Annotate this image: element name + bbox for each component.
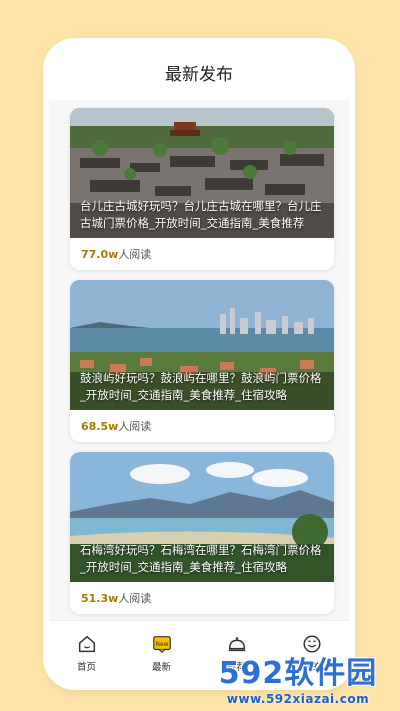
article-card[interactable]: 石梅湾好玩吗？石梅湾在哪里？石梅湾门票价格_开放时间_交通指南_美食推荐_住宿攻… <box>70 452 334 614</box>
tab-label: 首页 <box>76 661 96 673</box>
read-count-value: 51.3w <box>81 591 119 605</box>
article-thumbnail: 台儿庄古城好玩吗？台儿庄古城在哪里？台儿庄古城门票价格_开放时间_交通指南_美食… <box>70 108 334 238</box>
article-thumbnail: 石梅湾好玩吗？石梅湾在哪里？石梅湾门票价格_开放时间_交通指南_美食推荐_住宿攻… <box>70 452 334 582</box>
phone-frame: 最新发布 台儿庄古城好玩吗？台儿庄古城在哪里？台儿庄古城门票价格_开放时间_交通… <box>49 44 349 684</box>
read-count: 68.5w 人阅读 <box>70 410 334 442</box>
tab-home[interactable]: 首页 <box>57 633 117 673</box>
article-title: 石梅湾好玩吗？石梅湾在哪里？石梅湾门票价格_开放时间_交通指南_美食推荐_住宿攻… <box>80 543 322 574</box>
tab-new[interactable]: New 最新 <box>132 633 192 673</box>
read-count-suffix: 人阅读 <box>118 420 152 433</box>
tab-label: 最新 <box>151 661 171 673</box>
page-header: 最新发布 <box>49 44 349 100</box>
read-count: 51.3w 人阅读 <box>70 582 334 614</box>
home-icon <box>78 635 95 652</box>
read-count-value: 77.0w <box>81 247 119 261</box>
read-count-value: 68.5w <box>81 419 119 433</box>
article-feed[interactable]: 台儿庄古城好玩吗？台儿庄古城在哪里？台儿庄古城门票价格_开放时间_交通指南_美食… <box>49 100 349 620</box>
watermark-logo: 592软件园 <box>218 656 378 691</box>
new-icon: New <box>152 635 171 653</box>
read-count-suffix: 人阅读 <box>118 248 152 261</box>
watermark: 592软件园 www.592xiazai.com <box>198 648 398 708</box>
article-card[interactable]: 鼓浪屿好玩吗？鼓浪屿在哪里？鼓浪屿门票价格_开放时间_交通指南_美食推荐_住宿攻… <box>70 280 334 442</box>
read-count-suffix: 人阅读 <box>118 592 152 605</box>
read-count: 77.0w 人阅读 <box>70 238 334 270</box>
article-thumbnail: 鼓浪屿好玩吗？鼓浪屿在哪里？鼓浪屿门票价格_开放时间_交通指南_美食推荐_住宿攻… <box>70 280 334 410</box>
article-title: 鼓浪屿好玩吗？鼓浪屿在哪里？鼓浪屿门票价格_开放时间_交通指南_美食推荐_住宿攻… <box>80 371 322 402</box>
svg-text:New: New <box>155 640 168 647</box>
page-title: 最新发布 <box>165 64 233 85</box>
article-title: 台儿庄古城好玩吗？台儿庄古城在哪里？台儿庄古城门票价格_开放时间_交通指南_美食… <box>80 199 322 230</box>
article-card[interactable]: 台儿庄古城好玩吗？台儿庄古城在哪里？台儿庄古城门票价格_开放时间_交通指南_美食… <box>70 108 334 270</box>
watermark-url: www.592xiazai.com <box>226 692 370 706</box>
